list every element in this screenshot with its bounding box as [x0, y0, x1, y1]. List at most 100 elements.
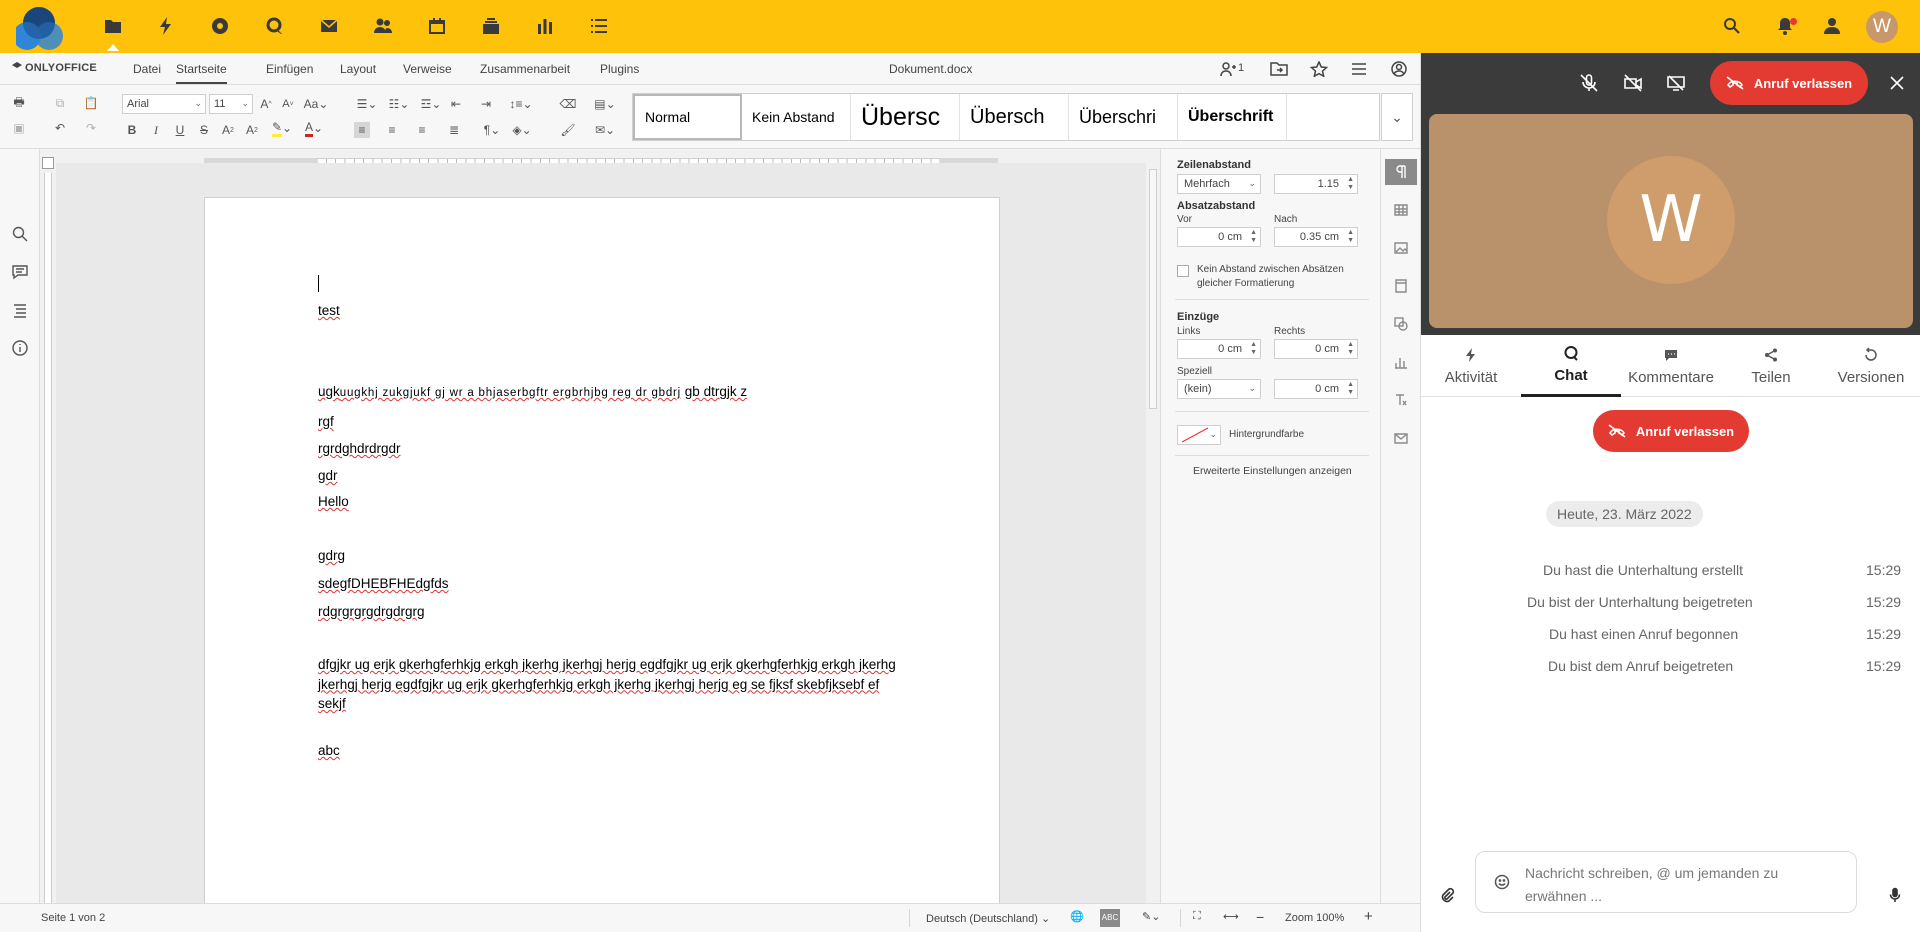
clear-style-icon[interactable]: ⌫	[560, 96, 577, 112]
header-footer-tab[interactable]	[1385, 273, 1417, 299]
justify-icon[interactable]: ≣	[446, 122, 462, 138]
textart-settings-tab[interactable]	[1385, 387, 1417, 413]
style-normal[interactable]: Normal	[633, 94, 742, 140]
user-profile-icon[interactable]	[1390, 61, 1408, 77]
no-space-checkbox[interactable]	[1177, 265, 1189, 277]
fit-page-icon[interactable]: ⛶	[1193, 910, 1201, 923]
microphone-muted-icon[interactable]	[1577, 71, 1601, 95]
document-scrollbar[interactable]	[1146, 155, 1160, 903]
superscript-icon[interactable]: A2	[220, 122, 236, 138]
comments-icon[interactable]	[11, 263, 29, 281]
search-icon[interactable]	[1720, 14, 1744, 38]
italic-icon[interactable]: I	[148, 122, 164, 138]
indent-left-input[interactable]: 0 cm ▲ ▼	[1177, 339, 1261, 359]
special-indent-select[interactable]: (kein) ⌄	[1177, 379, 1261, 399]
spacing-before-input[interactable]: 0 cm ▲ ▼	[1177, 227, 1261, 247]
redo-icon[interactable]: ↷	[83, 120, 99, 136]
calendar-icon[interactable]	[425, 14, 449, 38]
style-no-spacing[interactable]: Kein Abstand	[742, 94, 851, 140]
nextcloud-logo[interactable]	[16, 2, 68, 52]
close-icon[interactable]	[1885, 71, 1909, 95]
copy-icon[interactable]: ⧉	[52, 95, 68, 111]
document-canvas[interactable]: test ugkuugkhj zukgjukf gj wr a bhjaserb…	[56, 163, 1146, 903]
zoom-out-icon[interactable]: −	[1256, 909, 1264, 925]
increase-font-icon[interactable]: A ^	[258, 96, 274, 112]
doc-language-icon[interactable]: 🌐	[1070, 910, 1084, 923]
screen-share-off-icon[interactable]	[1664, 71, 1688, 95]
highlight-color-icon[interactable]: ✎ ⌄	[270, 120, 294, 137]
subscript-icon[interactable]: A2	[244, 122, 260, 138]
underline-icon[interactable]: U	[172, 122, 188, 138]
dashboard-icon[interactable]	[533, 14, 557, 38]
open-location-icon[interactable]	[1270, 61, 1288, 77]
tab-plugins[interactable]: Plugins	[600, 60, 639, 78]
users-icon[interactable]	[1220, 61, 1250, 77]
tab-layout[interactable]: Layout	[340, 60, 376, 78]
style-heading-3[interactable]: Überschri	[1069, 94, 1178, 140]
microphone-icon[interactable]	[1887, 887, 1903, 903]
tab-comments[interactable]: Kommentare	[1621, 335, 1721, 397]
image-settings-tab[interactable]	[1385, 235, 1417, 261]
style-heading-2[interactable]: Übersch	[960, 94, 1069, 140]
indent-right-input[interactable]: 0 cm ▲ ▼	[1274, 339, 1358, 359]
hamburger-menu-icon[interactable]	[1350, 61, 1368, 77]
scrollbar-thumb[interactable]	[1149, 169, 1157, 409]
tab-zusammenarbeit[interactable]: Zusammenarbeit	[480, 60, 570, 78]
photos-icon[interactable]	[208, 14, 232, 38]
ruler-tab-selector[interactable]	[42, 157, 54, 169]
shading-icon[interactable]: ◈⌄	[510, 122, 534, 138]
increase-indent-icon[interactable]: ⇥	[478, 96, 494, 112]
fit-width-icon[interactable]: ⟷	[1223, 910, 1239, 923]
tab-chat[interactable]: Chat	[1521, 335, 1621, 397]
style-heading-1[interactable]: Übersc	[851, 94, 960, 140]
zoom-in-icon[interactable]: +	[1364, 908, 1373, 925]
table-settings-tab[interactable]	[1385, 197, 1417, 223]
align-left-icon[interactable]: ≡	[354, 122, 370, 138]
mail-merge-icon[interactable]: ✉⌄	[592, 122, 618, 138]
tab-startseite[interactable]: Startseite	[176, 60, 227, 84]
emoji-icon[interactable]	[1494, 874, 1510, 890]
paragraph-marks-icon[interactable]: ¶⌄	[480, 122, 504, 138]
print-icon[interactable]: 🖶	[11, 95, 27, 111]
line-spacing-mode-select[interactable]: Mehrfach ⌄	[1177, 174, 1261, 194]
camera-off-icon[interactable]	[1621, 71, 1645, 95]
files-icon[interactable]	[101, 14, 125, 38]
user-avatar[interactable]: W	[1866, 11, 1898, 43]
tab-datei[interactable]: Datei	[133, 60, 161, 78]
navigation-icon[interactable]	[11, 301, 29, 319]
align-center-icon[interactable]: ≡	[384, 122, 400, 138]
tab-verweise[interactable]: Verweise	[403, 60, 452, 78]
background-color-picker[interactable]: ⌄	[1177, 425, 1221, 445]
about-info-icon[interactable]	[11, 339, 29, 357]
save-icon[interactable]: ▣	[11, 120, 27, 136]
line-spacing-icon[interactable]: ↕≡⌄	[508, 96, 534, 112]
talk-icon[interactable]	[262, 14, 286, 38]
shape-settings-tab[interactable]	[1385, 311, 1417, 337]
language-select[interactable]: Deutsch (Deutschland) ⌄	[926, 912, 1050, 925]
attachment-icon[interactable]	[1439, 887, 1455, 903]
font-color-icon[interactable]: A ⌄	[302, 120, 326, 137]
color-scheme-icon[interactable]: ▤⌄	[592, 96, 618, 112]
strikethrough-icon[interactable]: S	[196, 122, 212, 138]
font-size-select[interactable]: 11 ⌄	[209, 94, 253, 114]
mail-icon[interactable]	[317, 14, 341, 38]
paragraph-settings-tab[interactable]	[1385, 159, 1417, 185]
font-name-select[interactable]: Arial ⌄	[122, 94, 206, 114]
spellcheck-icon[interactable]: ABC	[1100, 909, 1120, 927]
paste-icon[interactable]: 📋	[83, 95, 99, 111]
advanced-settings-link[interactable]: Erweiterte Einstellungen anzeigen	[1193, 465, 1352, 477]
leave-call-button[interactable]: Anruf verlassen	[1710, 61, 1868, 105]
styles-expand-button[interactable]: ⌄	[1381, 93, 1413, 141]
undo-icon[interactable]: ↶	[52, 120, 68, 136]
chart-settings-tab[interactable]	[1385, 349, 1417, 375]
change-case-icon[interactable]: Aa⌄	[304, 96, 329, 112]
numbering-icon[interactable]: ☷⌄	[386, 96, 412, 112]
special-indent-input[interactable]: 0 cm ▲ ▼	[1274, 379, 1358, 399]
activity-icon[interactable]	[154, 14, 178, 38]
tab-sharing[interactable]: Teilen	[1721, 335, 1821, 397]
multilevel-list-icon[interactable]: ☲⌄	[418, 96, 444, 112]
align-right-icon[interactable]: ≡	[414, 122, 430, 138]
tab-activity[interactable]: Aktivität	[1421, 335, 1521, 397]
decrease-font-icon[interactable]: A ˅	[280, 96, 296, 112]
contacts-icon[interactable]	[371, 14, 395, 38]
